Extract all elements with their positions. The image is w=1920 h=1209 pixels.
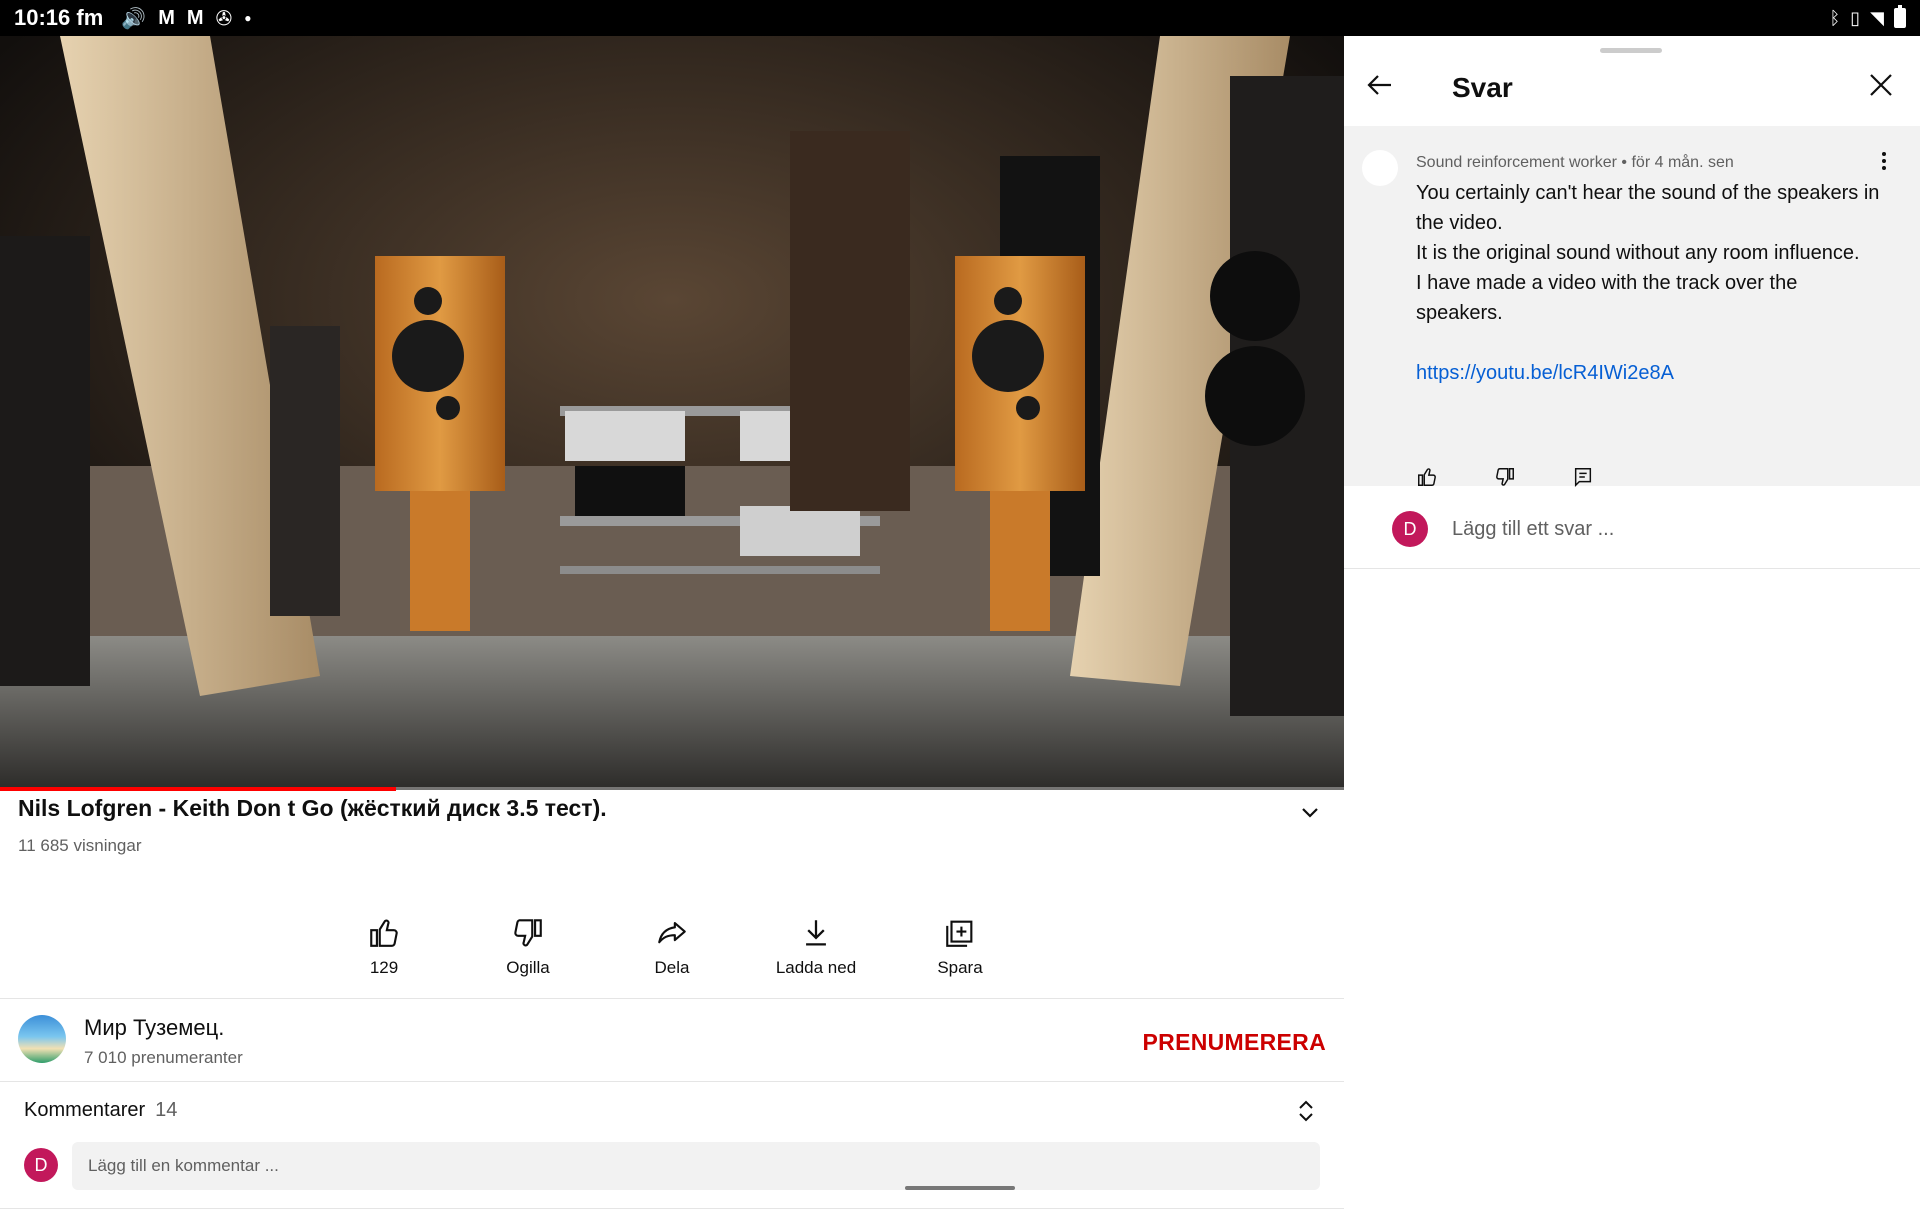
- panel-title: Svar: [1452, 72, 1513, 103]
- share-label: Dela: [654, 958, 690, 977]
- comments-header[interactable]: Kommentarer 14: [24, 1099, 177, 1122]
- video-player[interactable]: [0, 36, 1344, 790]
- comment-meta: Sound reinforcement worker • för 4 mån. …: [1416, 154, 1734, 171]
- dislike-label: Ogilla: [506, 958, 550, 977]
- comment-link[interactable]: https://youtu.be/lcR4IWi2e8A: [1416, 362, 1674, 384]
- reply-comment: Sound reinforcement worker • för 4 mån. …: [1344, 126, 1920, 488]
- divider: [0, 1081, 1344, 1082]
- clock: 10:16 fm: [14, 5, 104, 30]
- reply-icon[interactable]: [1572, 466, 1594, 493]
- action-bar: 129 Ogilla Dela Ladda ned Spara: [0, 876, 1344, 986]
- vibrate-icon: ▯: [1850, 7, 1861, 28]
- dislike-icon[interactable]: [1494, 466, 1516, 493]
- download-label: Ladda ned: [775, 958, 857, 977]
- user-avatar[interactable]: D: [24, 1148, 58, 1182]
- like-button[interactable]: 129: [314, 916, 454, 978]
- save-button[interactable]: Spara: [890, 916, 1030, 978]
- view-count: 11 685 visningar: [18, 836, 142, 855]
- commenter-avatar[interactable]: [1362, 150, 1398, 186]
- close-icon[interactable]: [1866, 70, 1896, 105]
- save-label: Spara: [937, 958, 983, 977]
- comments-count: 14: [155, 1099, 178, 1121]
- bluetooth-icon: ᛒ: [1829, 7, 1841, 28]
- divider: [1344, 568, 1920, 569]
- download-icon: [806, 920, 826, 946]
- comment-actions: [1416, 466, 1594, 493]
- user-avatar[interactable]: D: [1392, 511, 1428, 547]
- video-frame: [0, 36, 1344, 790]
- gmail-icon: M: [158, 6, 175, 29]
- back-arrow-icon[interactable]: [1364, 70, 1394, 105]
- share-button[interactable]: Dela: [602, 916, 742, 978]
- video-title: Nils Lofgren - Keith Don t Go (жёсткий д…: [18, 795, 607, 821]
- comment-line: It is the original sound without any roo…: [1416, 242, 1860, 264]
- expand-collapse-icon[interactable]: [1296, 1099, 1316, 1128]
- like-count: 129: [369, 958, 399, 977]
- volume-icon: 🔊: [121, 7, 147, 30]
- like-icon: [370, 919, 398, 947]
- subscribe-button[interactable]: PRENUMERERA: [1143, 1029, 1326, 1056]
- dislike-icon: [514, 919, 542, 947]
- status-bar: 10:16 fm 🔊 M M ✇ ● ᛒ ▯ ◥: [0, 0, 1920, 36]
- save-icon: [946, 920, 973, 947]
- download-button[interactable]: Ladda ned: [746, 916, 886, 978]
- more-vert-icon[interactable]: [1874, 150, 1894, 177]
- replies-panel: Svar Sound reinforcement worker • för 4 …: [1344, 36, 1920, 1200]
- wifi-icon: ◥: [1870, 7, 1884, 28]
- comment-line: You certainly can't hear the sound of th…: [1416, 182, 1880, 234]
- channel-name: Мир Туземец.: [84, 1015, 225, 1040]
- comment-text: You certainly can't hear the sound of th…: [1416, 178, 1886, 388]
- video-progress-fill: [0, 787, 397, 791]
- add-comment-input[interactable]: Lägg till en kommentar ...: [72, 1142, 1320, 1190]
- watch-page: Nils Lofgren - Keith Don t Go (жёсткий д…: [0, 36, 1344, 1209]
- battery-icon: [1894, 5, 1906, 28]
- channel-row[interactable]: Мир Туземец. 7 010 prenumeranter PRENUME…: [0, 999, 1344, 1081]
- comments-label: Kommentarer: [24, 1099, 146, 1121]
- dislike-button[interactable]: Ogilla: [458, 916, 598, 978]
- like-icon[interactable]: [1416, 466, 1438, 493]
- subscriber-count: 7 010 prenumeranter: [84, 1048, 243, 1067]
- drag-handle[interactable]: [1600, 48, 1662, 53]
- add-reply-input[interactable]: Lägg till ett svar ...: [1452, 518, 1614, 541]
- channel-avatar[interactable]: [18, 1015, 66, 1063]
- chevron-down-icon[interactable]: [1292, 794, 1328, 830]
- video-title-row[interactable]: Nils Lofgren - Keith Don t Go (жёсткий д…: [18, 794, 1328, 830]
- home-indicator[interactable]: [905, 1186, 1015, 1190]
- aperture-icon: ✇: [215, 7, 233, 30]
- comment-line: I have made a video with the track over …: [1416, 272, 1798, 324]
- gmail-icon: M: [186, 6, 204, 29]
- share-icon: [658, 922, 686, 944]
- dot-icon: ●: [244, 11, 252, 25]
- video-progress-bar[interactable]: [0, 787, 1344, 791]
